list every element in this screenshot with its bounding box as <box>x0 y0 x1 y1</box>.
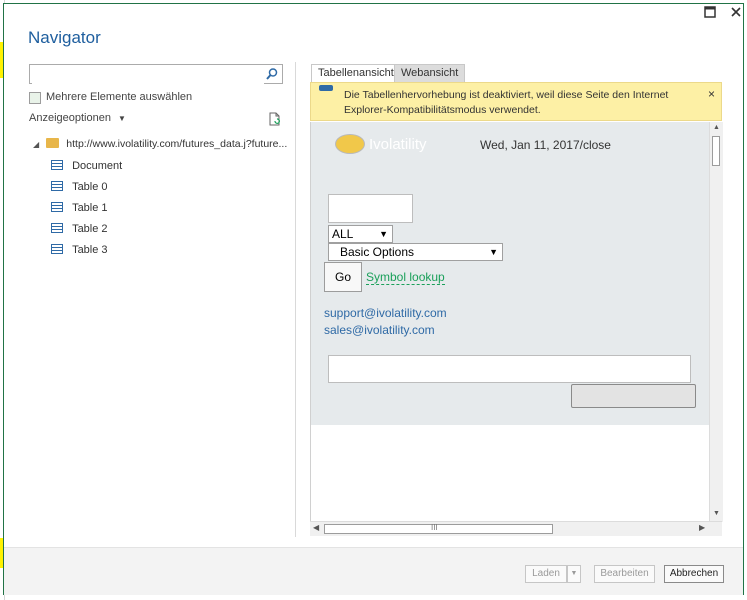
info-icon <box>319 85 333 91</box>
tab-table-view[interactable]: Tabellenansicht <box>311 64 401 82</box>
scroll-up-icon[interactable]: ▲ <box>713 124 720 131</box>
tree-root-label: http://www.ivolatility.com/futures_data.… <box>66 138 288 150</box>
tree-item-table-2[interactable]: Table 2 <box>51 219 108 239</box>
vertical-scroll-thumb[interactable] <box>712 136 720 166</box>
tree-item-table-0[interactable]: Table 0 <box>51 177 108 197</box>
table-icon <box>51 160 63 170</box>
text-input[interactable] <box>328 355 691 383</box>
web-content-area: Ivolatility Wed, Jan 11, 2017/close ALL … <box>311 122 710 425</box>
tree-item-table-1[interactable]: Table 1 <box>51 198 108 218</box>
options-dropdown[interactable]: Basic Options ▼ <box>328 243 503 261</box>
multi-select-checkbox[interactable] <box>29 92 41 104</box>
scroll-left-icon[interactable]: ◀ <box>313 523 319 532</box>
tree-item-label: Document <box>72 160 123 172</box>
tree-item-label: Table 3 <box>72 244 108 256</box>
search-input[interactable] <box>29 64 283 84</box>
expand-arrow-icon[interactable]: ◢ <box>33 140 39 149</box>
tree-item-label: Table 1 <box>72 202 108 214</box>
scroll-grip: III <box>431 523 438 532</box>
dialog-footer: Laden ▼ Bearbeiten Abbrechen <box>4 547 743 595</box>
horizontal-scroll-thumb[interactable]: III <box>324 523 553 534</box>
tree-root[interactable]: ◢ http://www.ivolatility.com/futures_dat… <box>33 134 287 154</box>
logo-text: Ivolatility <box>369 136 427 153</box>
tab-web-view[interactable]: Webansicht <box>394 64 466 82</box>
folder-icon <box>46 138 60 148</box>
sales-email-link[interactable]: sales@ivolatility.com <box>324 323 435 337</box>
scroll-right-icon[interactable]: ▶ <box>699 523 705 532</box>
load-dropdown-arrow-icon[interactable]: ▼ <box>567 565 581 583</box>
horizontal-scrollbar[interactable]: ◀ III ▶ <box>310 521 722 536</box>
web-preview: Ivolatility Wed, Jan 11, 2017/close ALL … <box>310 122 711 522</box>
table-icon <box>51 202 63 212</box>
submit-button[interactable] <box>571 384 696 408</box>
dropdown-arrow-icon: ▼ <box>489 247 498 257</box>
table-icon <box>51 181 63 191</box>
symbol-lookup-link[interactable]: Symbol lookup <box>366 270 445 285</box>
view-options-dropdown[interactable]: Anzeigeoptionen ▼ <box>29 112 126 124</box>
close-icon[interactable] <box>729 6 743 20</box>
view-options-label: Anzeigeoptionen <box>29 112 111 124</box>
scroll-down-icon[interactable]: ▼ <box>713 510 720 517</box>
vertical-scrollbar[interactable]: ▲ ▼ <box>709 122 723 522</box>
date-label: Wed, Jan 11, 2017/close <box>480 138 611 152</box>
dialog-title: Navigator <box>28 28 101 47</box>
ivolatility-logo-icon <box>335 134 365 154</box>
go-button[interactable]: Go <box>324 262 362 292</box>
maximize-icon[interactable] <box>703 6 717 20</box>
tree-item-label: Table 2 <box>72 223 108 235</box>
search-icon[interactable] <box>265 67 279 81</box>
tree-item-label: Table 0 <box>72 181 108 193</box>
chevron-down-icon: ▼ <box>118 114 126 123</box>
tree-item-document[interactable]: Document <box>51 156 122 176</box>
symbol-input[interactable] <box>328 194 413 223</box>
table-icon <box>51 244 63 254</box>
options-value: Basic Options <box>340 245 415 259</box>
multi-select-label[interactable]: Mehrere Elemente auswählen <box>46 91 192 103</box>
banner-text: Die Tabellenhervorhebung ist deaktiviert… <box>344 89 669 116</box>
edit-button[interactable]: Bearbeiten <box>594 565 655 583</box>
select-all-dropdown[interactable]: ALL ▼ <box>328 225 393 243</box>
refresh-document-icon[interactable] <box>268 112 282 126</box>
banner-close-icon[interactable]: × <box>708 87 715 101</box>
tree-item-table-3[interactable]: Table 3 <box>51 240 108 260</box>
support-email-link[interactable]: support@ivolatility.com <box>324 306 447 320</box>
cancel-button[interactable]: Abbrechen <box>664 565 724 583</box>
table-icon <box>51 223 63 233</box>
select-all-value: ALL <box>332 227 354 241</box>
load-button[interactable]: Laden <box>525 565 567 583</box>
info-banner: Die Tabellenhervorhebung ist deaktiviert… <box>310 82 722 121</box>
panel-divider[interactable] <box>295 62 296 537</box>
dropdown-arrow-icon: ▼ <box>379 229 388 239</box>
search-field[interactable] <box>32 66 264 84</box>
